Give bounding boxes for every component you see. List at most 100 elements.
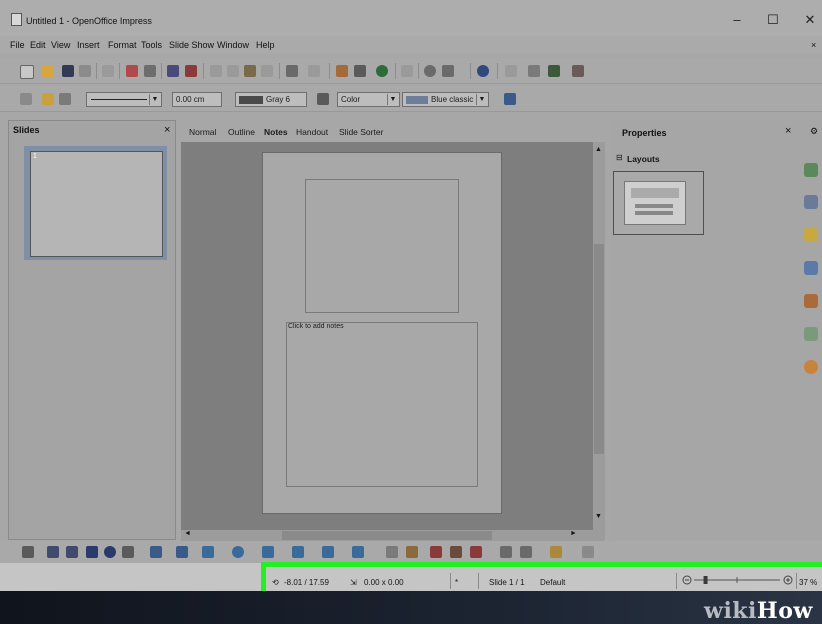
export-pdf-icon[interactable] <box>126 65 138 77</box>
area-icon[interactable] <box>317 93 329 105</box>
block-arrows-icon[interactable] <box>262 546 274 558</box>
save-icon[interactable] <box>62 65 74 77</box>
flowchart-icon[interactable] <box>292 546 304 558</box>
tab-handout[interactable]: Handout <box>296 127 328 137</box>
slides-pane-close-icon[interactable]: × <box>164 124 170 136</box>
spellcheck-icon[interactable] <box>167 65 179 77</box>
clone-formatting-icon[interactable] <box>261 65 273 77</box>
slide-image-placeholder[interactable] <box>305 179 459 313</box>
chevron-down-icon: ▼ <box>476 94 487 105</box>
toolbar-separator <box>161 63 162 79</box>
draw-line-icon[interactable] <box>47 546 59 558</box>
slide-thumbnail[interactable] <box>30 151 163 257</box>
undo-icon[interactable] <box>286 65 298 77</box>
vertical-scroll-thumb[interactable] <box>594 244 604 454</box>
redo-icon[interactable] <box>308 65 320 77</box>
help-icon[interactable] <box>477 65 489 77</box>
tab-slide-sorter[interactable]: Slide Sorter <box>339 127 383 137</box>
properties-close-icon[interactable]: × <box>785 125 791 137</box>
email-icon[interactable] <box>79 65 91 77</box>
menu-window[interactable]: Window <box>217 40 249 50</box>
curve-icon[interactable] <box>150 546 162 558</box>
area-style-select[interactable]: Color ▼ <box>337 92 400 107</box>
connector-icon[interactable] <box>176 546 188 558</box>
tab-notes[interactable]: Notes <box>264 127 288 137</box>
new-document-icon[interactable] <box>20 65 34 79</box>
arrange-icon[interactable] <box>520 546 532 558</box>
align-icon[interactable] <box>500 546 512 558</box>
menu-help[interactable]: Help <box>256 40 275 50</box>
menu-tools[interactable]: Tools <box>141 40 162 50</box>
styles-icon[interactable] <box>20 93 32 105</box>
copy-icon[interactable] <box>227 65 239 77</box>
properties-deck-icon[interactable] <box>804 163 818 177</box>
line-width-field[interactable]: 0.00 cm <box>172 92 222 107</box>
edit-file-icon[interactable] <box>102 65 114 77</box>
master-slides-icon[interactable] <box>804 195 818 209</box>
points-icon[interactable] <box>386 546 398 558</box>
maximize-button[interactable]: ☐ <box>760 10 786 30</box>
fill-color-select[interactable]: Blue classic ▼ <box>402 92 489 107</box>
menu-slide-show[interactable]: Slide Show <box>169 40 214 50</box>
line-style-select[interactable]: ▼ <box>86 92 162 107</box>
layouts-collapse-icon[interactable]: ⊟ <box>616 153 623 162</box>
extrusion-icon[interactable] <box>470 546 482 558</box>
close-button[interactable]: ✕ <box>797 10 822 30</box>
fontwork-icon[interactable] <box>406 546 418 558</box>
scroll-up-icon[interactable]: ▲ <box>595 146 602 153</box>
print-icon[interactable] <box>144 65 156 77</box>
scroll-right-icon[interactable]: ► <box>570 530 577 537</box>
slide-show-icon[interactable] <box>548 65 560 77</box>
slide-layout-icon[interactable] <box>505 65 517 77</box>
draw-arrow-icon[interactable] <box>66 546 78 558</box>
navigator-icon[interactable] <box>376 65 388 77</box>
gallery-tool-icon[interactable] <box>450 546 462 558</box>
stars-icon[interactable] <box>352 546 364 558</box>
open-folder-icon[interactable] <box>42 65 54 77</box>
basic-shapes-icon[interactable] <box>202 546 214 558</box>
scroll-left-icon[interactable]: ◄ <box>184 530 191 537</box>
navigator-deck-icon[interactable] <box>804 360 818 374</box>
tab-normal[interactable]: Normal <box>189 127 216 137</box>
tab-outline[interactable]: Outline <box>228 127 255 137</box>
chart-icon[interactable] <box>336 65 348 77</box>
sidebar-settings-icon[interactable]: ⚙ <box>810 126 818 137</box>
symbol-shapes-icon[interactable] <box>232 546 244 558</box>
block-icon[interactable] <box>424 65 436 77</box>
text-tool-icon[interactable] <box>122 546 134 558</box>
menu-file[interactable]: File <box>10 40 25 50</box>
display-views-icon[interactable] <box>528 65 540 77</box>
notes-textbox[interactable] <box>286 322 478 487</box>
table-icon[interactable] <box>354 65 366 77</box>
line-color-select[interactable]: Gray 6 <box>235 92 307 107</box>
effects-icon[interactable] <box>582 546 594 558</box>
styles-deck-icon[interactable] <box>804 294 818 308</box>
menu-view[interactable]: View <box>51 40 70 50</box>
select-arrow-icon[interactable] <box>22 546 34 558</box>
gallery-deck-icon[interactable] <box>804 327 818 341</box>
extension-icon[interactable] <box>572 65 584 77</box>
interaction-icon[interactable] <box>550 546 562 558</box>
document-close-icon[interactable]: × <box>811 40 816 50</box>
zoom-icon[interactable] <box>442 65 454 77</box>
callouts-icon[interactable] <box>322 546 334 558</box>
paste-icon[interactable] <box>244 65 256 77</box>
slide-transition-icon[interactable] <box>804 261 818 275</box>
ellipse-icon[interactable] <box>104 546 116 558</box>
gallery-icon[interactable] <box>401 65 413 77</box>
menu-edit[interactable]: Edit <box>30 40 46 50</box>
autospellcheck-icon[interactable] <box>185 65 197 77</box>
from-file-icon[interactable] <box>430 546 442 558</box>
custom-animation-icon[interactable] <box>804 228 818 242</box>
rectangle-icon[interactable] <box>86 546 98 558</box>
cut-icon[interactable] <box>210 65 222 77</box>
menu-format[interactable]: Format <box>108 40 137 50</box>
line-icon[interactable] <box>42 93 54 105</box>
line-color-value: Gray 6 <box>266 95 291 104</box>
scroll-down-icon[interactable]: ▼ <box>595 513 602 520</box>
shadow-icon[interactable] <box>504 93 516 105</box>
menu-insert[interactable]: Insert <box>77 40 100 50</box>
arrow-style-icon[interactable] <box>59 93 71 105</box>
minimize-button[interactable]: – <box>724 10 750 30</box>
horizontal-scroll-thumb[interactable] <box>282 531 492 540</box>
